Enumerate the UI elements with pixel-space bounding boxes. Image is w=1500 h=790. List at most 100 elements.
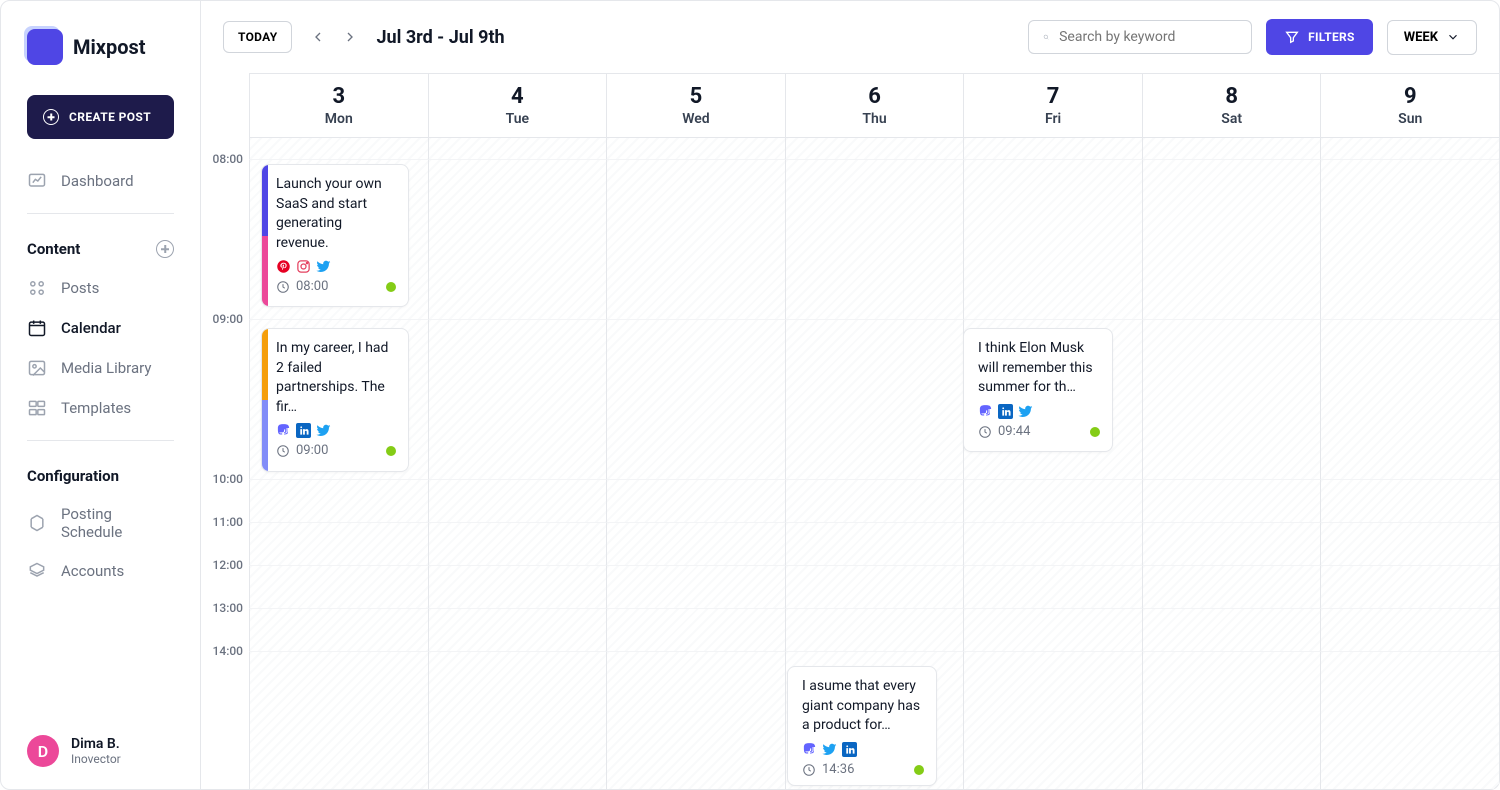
calendar-cell[interactable]: [1320, 609, 1499, 652]
posts-icon: [27, 278, 47, 298]
calendar-cell[interactable]: [606, 609, 785, 652]
view-label: WEEK: [1404, 30, 1438, 45]
event-text: I think Elon Musk will remember this sum…: [978, 339, 1100, 398]
hour-label: 13:00: [201, 601, 243, 615]
sidebar-item-posting-schedule[interactable]: Posting Schedule: [1, 495, 200, 551]
calendar-cell[interactable]: [249, 523, 428, 566]
search-input[interactable]: [1028, 20, 1252, 54]
calendar-cell[interactable]: [249, 566, 428, 609]
calendar-cell[interactable]: [785, 609, 964, 652]
day-header: 4Tue: [428, 74, 607, 137]
user-profile[interactable]: D Dima B. Inovector: [27, 735, 121, 767]
calendar-event[interactable]: I asume that every giant company has a p…: [787, 666, 937, 786]
calendar-cell[interactable]: [1142, 480, 1321, 523]
sidebar-item-dashboard[interactable]: Dashboard: [1, 161, 200, 201]
calendar-event[interactable]: In my career, I had 2 failed partnership…: [261, 328, 409, 472]
day-header: 7Fri: [963, 74, 1142, 137]
calendar-cell[interactable]: [1320, 523, 1499, 566]
calendar-cell[interactable]: [785, 160, 964, 320]
calendar-cell[interactable]: [1320, 566, 1499, 609]
section-header-configuration: Configuration: [1, 453, 200, 495]
day-header: 5Wed: [606, 74, 785, 137]
calendar-cell[interactable]: [249, 609, 428, 652]
sidebar-item-label: Posting Schedule: [61, 505, 174, 541]
calendar-cell[interactable]: [428, 652, 607, 789]
calendar-cell[interactable]: [1320, 480, 1499, 523]
schedule-icon: [27, 513, 47, 533]
calendar-cell[interactable]: [1142, 160, 1321, 320]
day-header: 3Mon: [249, 74, 428, 137]
calendar-cell[interactable]: [428, 609, 607, 652]
sidebar-item-calendar[interactable]: Calendar: [1, 308, 200, 348]
event-text: In my career, I had 2 failed partnership…: [276, 339, 396, 417]
calendar-event[interactable]: I think Elon Musk will remember this sum…: [963, 328, 1113, 452]
user-name: Dima B.: [71, 736, 121, 752]
twitter-icon: [316, 423, 331, 438]
calendar-cell[interactable]: [1142, 320, 1321, 480]
calendar-cell[interactable]: [963, 523, 1142, 566]
calendar-cell[interactable]: [1142, 523, 1321, 566]
calendar-cell[interactable]: [428, 523, 607, 566]
calendar-cell[interactable]: [785, 523, 964, 566]
hour-label: 14:00: [201, 644, 243, 658]
calendar-cell[interactable]: [606, 480, 785, 523]
toolbar: TODAY Jul 3rd - Jul 9th FILTERS WEEK: [201, 1, 1499, 73]
divider: [27, 213, 174, 214]
calendar-cell[interactable]: [606, 566, 785, 609]
sidebar-item-media-library[interactable]: Media Library: [1, 348, 200, 388]
calendar-cell[interactable]: [428, 480, 607, 523]
search-icon: [1043, 29, 1049, 45]
sidebar: Mixpost CREATE POST Dashboard Content Po…: [1, 1, 201, 789]
calendar-cell[interactable]: [428, 320, 607, 480]
prev-week-button[interactable]: [306, 25, 330, 49]
twitter-icon: [1018, 404, 1033, 419]
calendar-cell[interactable]: [1142, 652, 1321, 789]
calendar-header: 3Mon 4Tue 5Wed 6Thu 7Fri 8Sat 9Sun: [249, 73, 1499, 138]
calendar-cell[interactable]: [1320, 320, 1499, 480]
calendar-cell[interactable]: [963, 609, 1142, 652]
user-role: Inovector: [71, 752, 121, 766]
calendar-cell[interactable]: [963, 566, 1142, 609]
filters-button[interactable]: FILTERS: [1266, 19, 1373, 55]
sidebar-item-posts[interactable]: Posts: [1, 268, 200, 308]
logo[interactable]: Mixpost: [1, 21, 200, 85]
sidebar-item-accounts[interactable]: Accounts: [1, 551, 200, 591]
calendar-cell[interactable]: [1320, 652, 1499, 789]
calendar-event[interactable]: Launch your own SaaS and start generatin…: [261, 164, 409, 307]
linkedin-icon: [842, 742, 857, 757]
sidebar-item-label: Dashboard: [61, 172, 134, 190]
calendar-cell[interactable]: [1320, 160, 1499, 320]
day-header: 9Sun: [1320, 74, 1499, 137]
search-field[interactable]: [1059, 29, 1237, 45]
calendar-cell[interactable]: [785, 320, 964, 480]
calendar-cell[interactable]: [963, 160, 1142, 320]
next-week-button[interactable]: [338, 25, 362, 49]
sidebar-item-label: Media Library: [61, 359, 151, 377]
calendar-cell[interactable]: [249, 652, 428, 789]
today-button[interactable]: TODAY: [223, 21, 292, 53]
calendar-cell[interactable]: [1142, 566, 1321, 609]
sidebar-item-label: Templates: [61, 399, 131, 417]
calendar-cell[interactable]: [1142, 609, 1321, 652]
calendar-cell[interactable]: [785, 566, 964, 609]
day-header: 8Sat: [1142, 74, 1321, 137]
calendar-cell[interactable]: [606, 160, 785, 320]
calendar-cell[interactable]: [963, 480, 1142, 523]
calendar-cell[interactable]: [785, 480, 964, 523]
calendar-cell[interactable]: [606, 523, 785, 566]
calendar-cell[interactable]: [428, 566, 607, 609]
event-time: 09:44: [998, 423, 1030, 441]
calendar-cell[interactable]: [606, 320, 785, 480]
create-post-button[interactable]: CREATE POST: [27, 95, 174, 139]
calendar-cell[interactable]: [249, 480, 428, 523]
filter-icon: [1284, 29, 1300, 45]
calendar-cell[interactable]: [428, 160, 607, 320]
sidebar-item-templates[interactable]: Templates: [1, 388, 200, 428]
plus-icon[interactable]: [156, 240, 174, 258]
calendar-cell[interactable]: [963, 652, 1142, 789]
calendar-icon: [27, 318, 47, 338]
view-selector[interactable]: WEEK: [1387, 20, 1477, 55]
hour-label: 10:00: [201, 472, 243, 486]
calendar-cell[interactable]: [606, 652, 785, 789]
status-indicator: [914, 765, 924, 775]
